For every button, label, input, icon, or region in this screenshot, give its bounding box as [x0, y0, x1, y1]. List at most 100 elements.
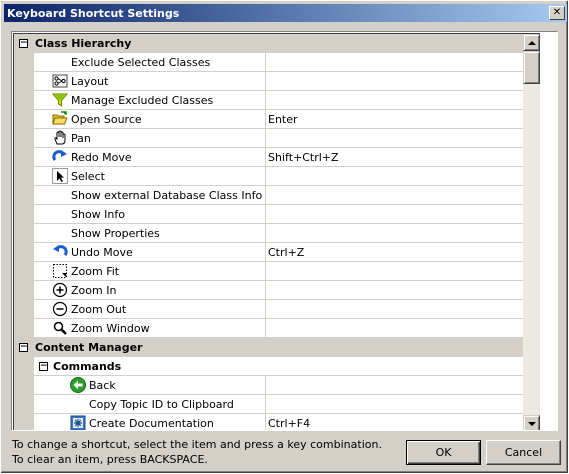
close-button[interactable]: ✕: [549, 6, 565, 20]
icon-slot: [51, 224, 69, 242]
command-label: Layout: [71, 74, 109, 88]
back-arrow-icon: [69, 376, 87, 394]
shortcut-row-show-properties[interactable]: Show Properties: [14, 224, 540, 243]
shortcut-row-pan[interactable]: Pan: [14, 129, 540, 148]
shortcut-value-cell[interactable]: [266, 281, 540, 299]
command-name-cell[interactable]: Zoom Out: [34, 300, 266, 318]
window-title: Keyboard Shortcut Settings: [7, 6, 180, 20]
cancel-button[interactable]: Cancel: [486, 440, 561, 465]
command-name-cell[interactable]: Redo Move: [34, 148, 266, 166]
command-label: Undo Move: [71, 245, 133, 259]
shortcut-value-cell[interactable]: [266, 72, 540, 90]
cursor-icon: [51, 167, 69, 185]
arrow-up-icon: [527, 40, 536, 45]
command-name-cell[interactable]: Select: [34, 167, 266, 185]
row-gutter: [14, 281, 34, 299]
command-label: Show Properties: [71, 226, 160, 240]
shortcut-value-cell[interactable]: Ctrl+Z: [266, 243, 540, 261]
shortcut-row-exclude-selected-classes[interactable]: Exclude Selected Classes: [14, 53, 540, 72]
shortcut-row-manage-excluded-classes[interactable]: Manage Excluded Classes: [14, 91, 540, 110]
hand-icon: [51, 129, 69, 147]
shortcut-row-back[interactable]: Back: [14, 376, 540, 395]
shortcut-row-zoom-window[interactable]: Zoom Window: [14, 319, 540, 338]
command-name-cell[interactable]: Zoom In: [34, 281, 266, 299]
icon-slot: [51, 53, 69, 71]
shortcut-row-layout[interactable]: Layout: [14, 72, 540, 91]
layout-icon: [51, 72, 69, 90]
shortcut-row-zoom-fit[interactable]: Zoom Fit: [14, 262, 540, 281]
shortcut-value-cell[interactable]: [266, 186, 540, 204]
category-row-class-hierarchy[interactable]: − Class Hierarchy: [14, 34, 540, 53]
grid-rows: − Class Hierarchy Exclude Selected Classes…: [14, 34, 540, 430]
command-label: Exclude Selected Classes: [71, 55, 211, 69]
row-gutter: [14, 110, 34, 128]
category-label: Commands: [53, 359, 122, 373]
shortcut-grid[interactable]: − Class Hierarchy Exclude Selected Classes…: [13, 33, 540, 430]
shortcut-value-cell[interactable]: [266, 300, 540, 318]
shortcut-row-show-info[interactable]: Show Info: [14, 205, 540, 224]
command-name-cell[interactable]: Exclude Selected Classes: [34, 53, 266, 71]
row-gutter: [14, 262, 34, 280]
command-name-cell[interactable]: Undo Move: [34, 243, 266, 261]
shortcut-row-undo-move[interactable]: Undo Move Ctrl+Z: [14, 243, 540, 262]
command-name-cell[interactable]: Create Documentation: [52, 414, 266, 430]
command-name-cell[interactable]: Show Info: [34, 205, 266, 223]
command-name-cell[interactable]: Layout: [34, 72, 266, 90]
shortcut-row-redo-move[interactable]: Redo Move Shift+Ctrl+Z: [14, 148, 540, 167]
scroll-up-button[interactable]: [523, 34, 540, 51]
documentation-icon: [69, 414, 87, 430]
row-gutter: [14, 129, 34, 147]
collapse-toggle-icon[interactable]: −: [19, 38, 28, 48]
shortcut-value-cell[interactable]: [266, 129, 540, 147]
shortcut-row-create-documentation[interactable]: Create Documentation Ctrl+F4: [14, 414, 540, 430]
shortcut-row-copy-topic-id-to-clipboard[interactable]: Copy Topic ID to Clipboard: [14, 395, 540, 414]
icon-slot: [69, 395, 87, 413]
shortcut-row-zoom-out[interactable]: Zoom Out: [14, 300, 540, 319]
help-text: To change a shortcut, select the item an…: [12, 438, 382, 466]
command-name-cell[interactable]: Zoom Window: [34, 319, 266, 337]
command-label: Zoom Window: [71, 321, 150, 335]
shortcut-value-cell[interactable]: Enter: [266, 110, 540, 128]
scroll-down-button[interactable]: [523, 415, 540, 430]
collapse-toggle-icon[interactable]: −: [39, 361, 48, 371]
command-label: Back: [89, 378, 116, 392]
shortcut-value-cell[interactable]: [266, 205, 540, 223]
command-label: Zoom Fit: [71, 264, 120, 278]
collapse-toggle-icon[interactable]: −: [19, 342, 28, 352]
command-name-cell[interactable]: Copy Topic ID to Clipboard: [52, 395, 266, 413]
scroll-thumb[interactable]: [523, 51, 540, 84]
command-label: Zoom Out: [71, 302, 127, 316]
undo-icon: [51, 243, 69, 261]
command-name-cell[interactable]: Back: [52, 376, 266, 394]
command-name-cell[interactable]: Show Properties: [34, 224, 266, 242]
row-gutter: [14, 148, 34, 166]
shortcut-value-cell[interactable]: [266, 224, 540, 242]
shortcut-value-cell[interactable]: [266, 262, 540, 280]
shortcut-row-zoom-in[interactable]: Zoom In: [14, 281, 540, 300]
command-name-cell[interactable]: Manage Excluded Classes: [34, 91, 266, 109]
shortcut-value-cell[interactable]: [266, 53, 540, 71]
shortcut-value-cell[interactable]: Shift+Ctrl+Z: [266, 148, 540, 166]
shortcut-value-cell[interactable]: [266, 91, 540, 109]
subcategory-row-commands[interactable]: − Commands: [14, 356, 540, 376]
shortcut-value-cell[interactable]: Ctrl+F4: [266, 414, 540, 430]
command-label: Pan: [71, 131, 91, 145]
command-name-cell[interactable]: Show external Database Class Info: [34, 186, 266, 204]
command-name-cell[interactable]: Open Source: [34, 110, 266, 128]
open-folder-icon: [51, 110, 69, 128]
shortcut-value-cell[interactable]: [266, 167, 540, 185]
shortcut-row-open-source[interactable]: Open Source Enter: [14, 110, 540, 129]
row-gutter: [14, 356, 34, 376]
shortcut-row-select[interactable]: Select: [14, 167, 540, 186]
command-name-cell[interactable]: Zoom Fit: [34, 262, 266, 280]
command-name-cell[interactable]: Pan: [34, 129, 266, 147]
row-gutter: [14, 224, 34, 242]
ok-button[interactable]: OK: [406, 440, 481, 465]
vertical-scrollbar[interactable]: [523, 34, 540, 430]
category-row-content-manager[interactable]: − Content Manager: [14, 338, 540, 357]
shortcut-row-show-external-database-class-info[interactable]: Show external Database Class Info: [14, 186, 540, 205]
shortcut-value-cell[interactable]: [266, 395, 540, 413]
zoom-window-icon: [51, 319, 69, 337]
shortcut-value-cell[interactable]: [266, 319, 540, 337]
shortcut-value-cell[interactable]: [266, 376, 540, 394]
